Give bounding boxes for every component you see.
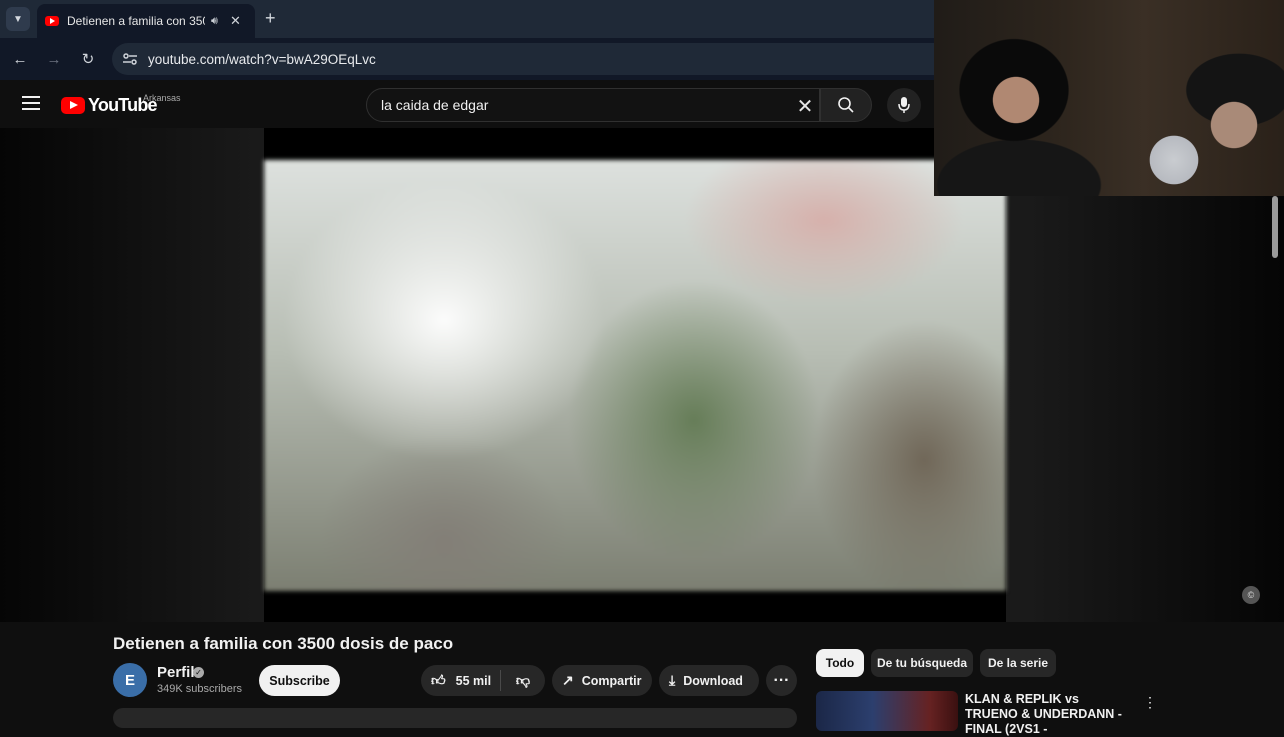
- address-bar[interactable]: youtube.com/watch?v=bwA29OEqLvc: [112, 43, 934, 75]
- site-settings-icon[interactable]: [122, 52, 138, 66]
- video-title: Detienen a familia con 3500 dosis de pac…: [113, 634, 454, 653]
- download-button[interactable]: ⤓ Download: [659, 665, 759, 696]
- channel-watermark-icon[interactable]: ©: [1242, 586, 1260, 604]
- dislike-button[interactable]: 👎︎: [501, 672, 545, 689]
- channel-avatar[interactable]: E: [113, 663, 147, 697]
- verified-check-icon: ✓: [193, 667, 204, 678]
- search-button[interactable]: [820, 88, 872, 122]
- more-actions-button[interactable]: ···: [766, 665, 797, 696]
- clear-search-icon[interactable]: ✕: [793, 94, 817, 119]
- subscriber-count: 349K subscribers: [157, 683, 242, 695]
- browser-tab-bar: ▼ Detienen a familia con 3500 🔊︎ ✕ +: [0, 0, 934, 38]
- search-icon: [838, 97, 854, 113]
- share-label: Compartir: [581, 673, 642, 688]
- video-player[interactable]: [264, 128, 1006, 622]
- chip-de-la-serie[interactable]: De la serie: [980, 649, 1056, 677]
- browser-toolbar: ← → ↻ youtube.com/watch?v=bwA29OEqLvc: [0, 38, 934, 80]
- description-box[interactable]: [113, 708, 797, 728]
- share-button[interactable]: ↗ Compartir: [552, 665, 652, 696]
- channel-name[interactable]: Perfil: [157, 664, 195, 681]
- back-arrow-icon[interactable]: ←: [9, 48, 31, 70]
- recommendation-thumbnail[interactable]: [816, 691, 958, 731]
- thumbs-down-icon: 👎︎: [515, 672, 531, 688]
- youtube-favicon-icon: [45, 16, 59, 26]
- scrollbar[interactable]: [1272, 196, 1278, 258]
- recommendation-title[interactable]: KLAN & REPLIK vs TRUENO & UNDERDANN - FI…: [965, 692, 1130, 737]
- url-text: youtube.com/watch?v=bwA29OEqLvc: [148, 51, 376, 67]
- forward-arrow-icon[interactable]: →: [43, 48, 65, 70]
- reload-icon[interactable]: ↻: [77, 48, 99, 70]
- voice-search-button[interactable]: [887, 88, 921, 122]
- like-button[interactable]: 👍︎ 55 mil: [421, 670, 501, 691]
- country-code: Arkansas: [143, 93, 181, 103]
- tab-title: Detienen a familia con 3500: [67, 14, 205, 28]
- tab-search-dropdown-icon[interactable]: ▼: [6, 7, 30, 31]
- share-arrow-icon: ↗: [562, 672, 574, 688]
- tab-close-icon[interactable]: ✕: [230, 13, 241, 29]
- search-query: la caida de edgar: [381, 97, 489, 113]
- youtube-play-icon: [61, 97, 85, 114]
- more-vert-icon[interactable]: ⋮: [1143, 694, 1157, 711]
- search-input[interactable]: la caida de edgar ✕: [366, 88, 820, 122]
- subscribe-button[interactable]: Subscribe: [259, 665, 340, 696]
- download-label: Download: [683, 673, 743, 688]
- thumbs-up-icon: 👍︎: [431, 672, 446, 688]
- speaker-icon[interactable]: 🔊︎: [211, 15, 218, 28]
- chip-de-tu-busqueda[interactable]: De tu búsqueda: [871, 649, 973, 677]
- video-frame[interactable]: [264, 160, 1006, 591]
- like-count: 55 mil: [455, 673, 492, 688]
- download-icon: ⤓: [669, 672, 676, 688]
- webcam-overlay: [934, 0, 1284, 196]
- youtube-masthead: YouTube Arkansas la caida de edgar ✕: [0, 80, 934, 128]
- new-tab-button[interactable]: +: [265, 8, 276, 29]
- chip-todo[interactable]: Todo: [816, 649, 864, 677]
- like-dislike-group: 👍︎ 55 mil 👎︎: [421, 665, 545, 696]
- menu-icon[interactable]: [22, 96, 40, 110]
- microphone-icon: [898, 97, 910, 113]
- browser-tab[interactable]: Detienen a familia con 3500 🔊︎ ✕: [37, 4, 255, 38]
